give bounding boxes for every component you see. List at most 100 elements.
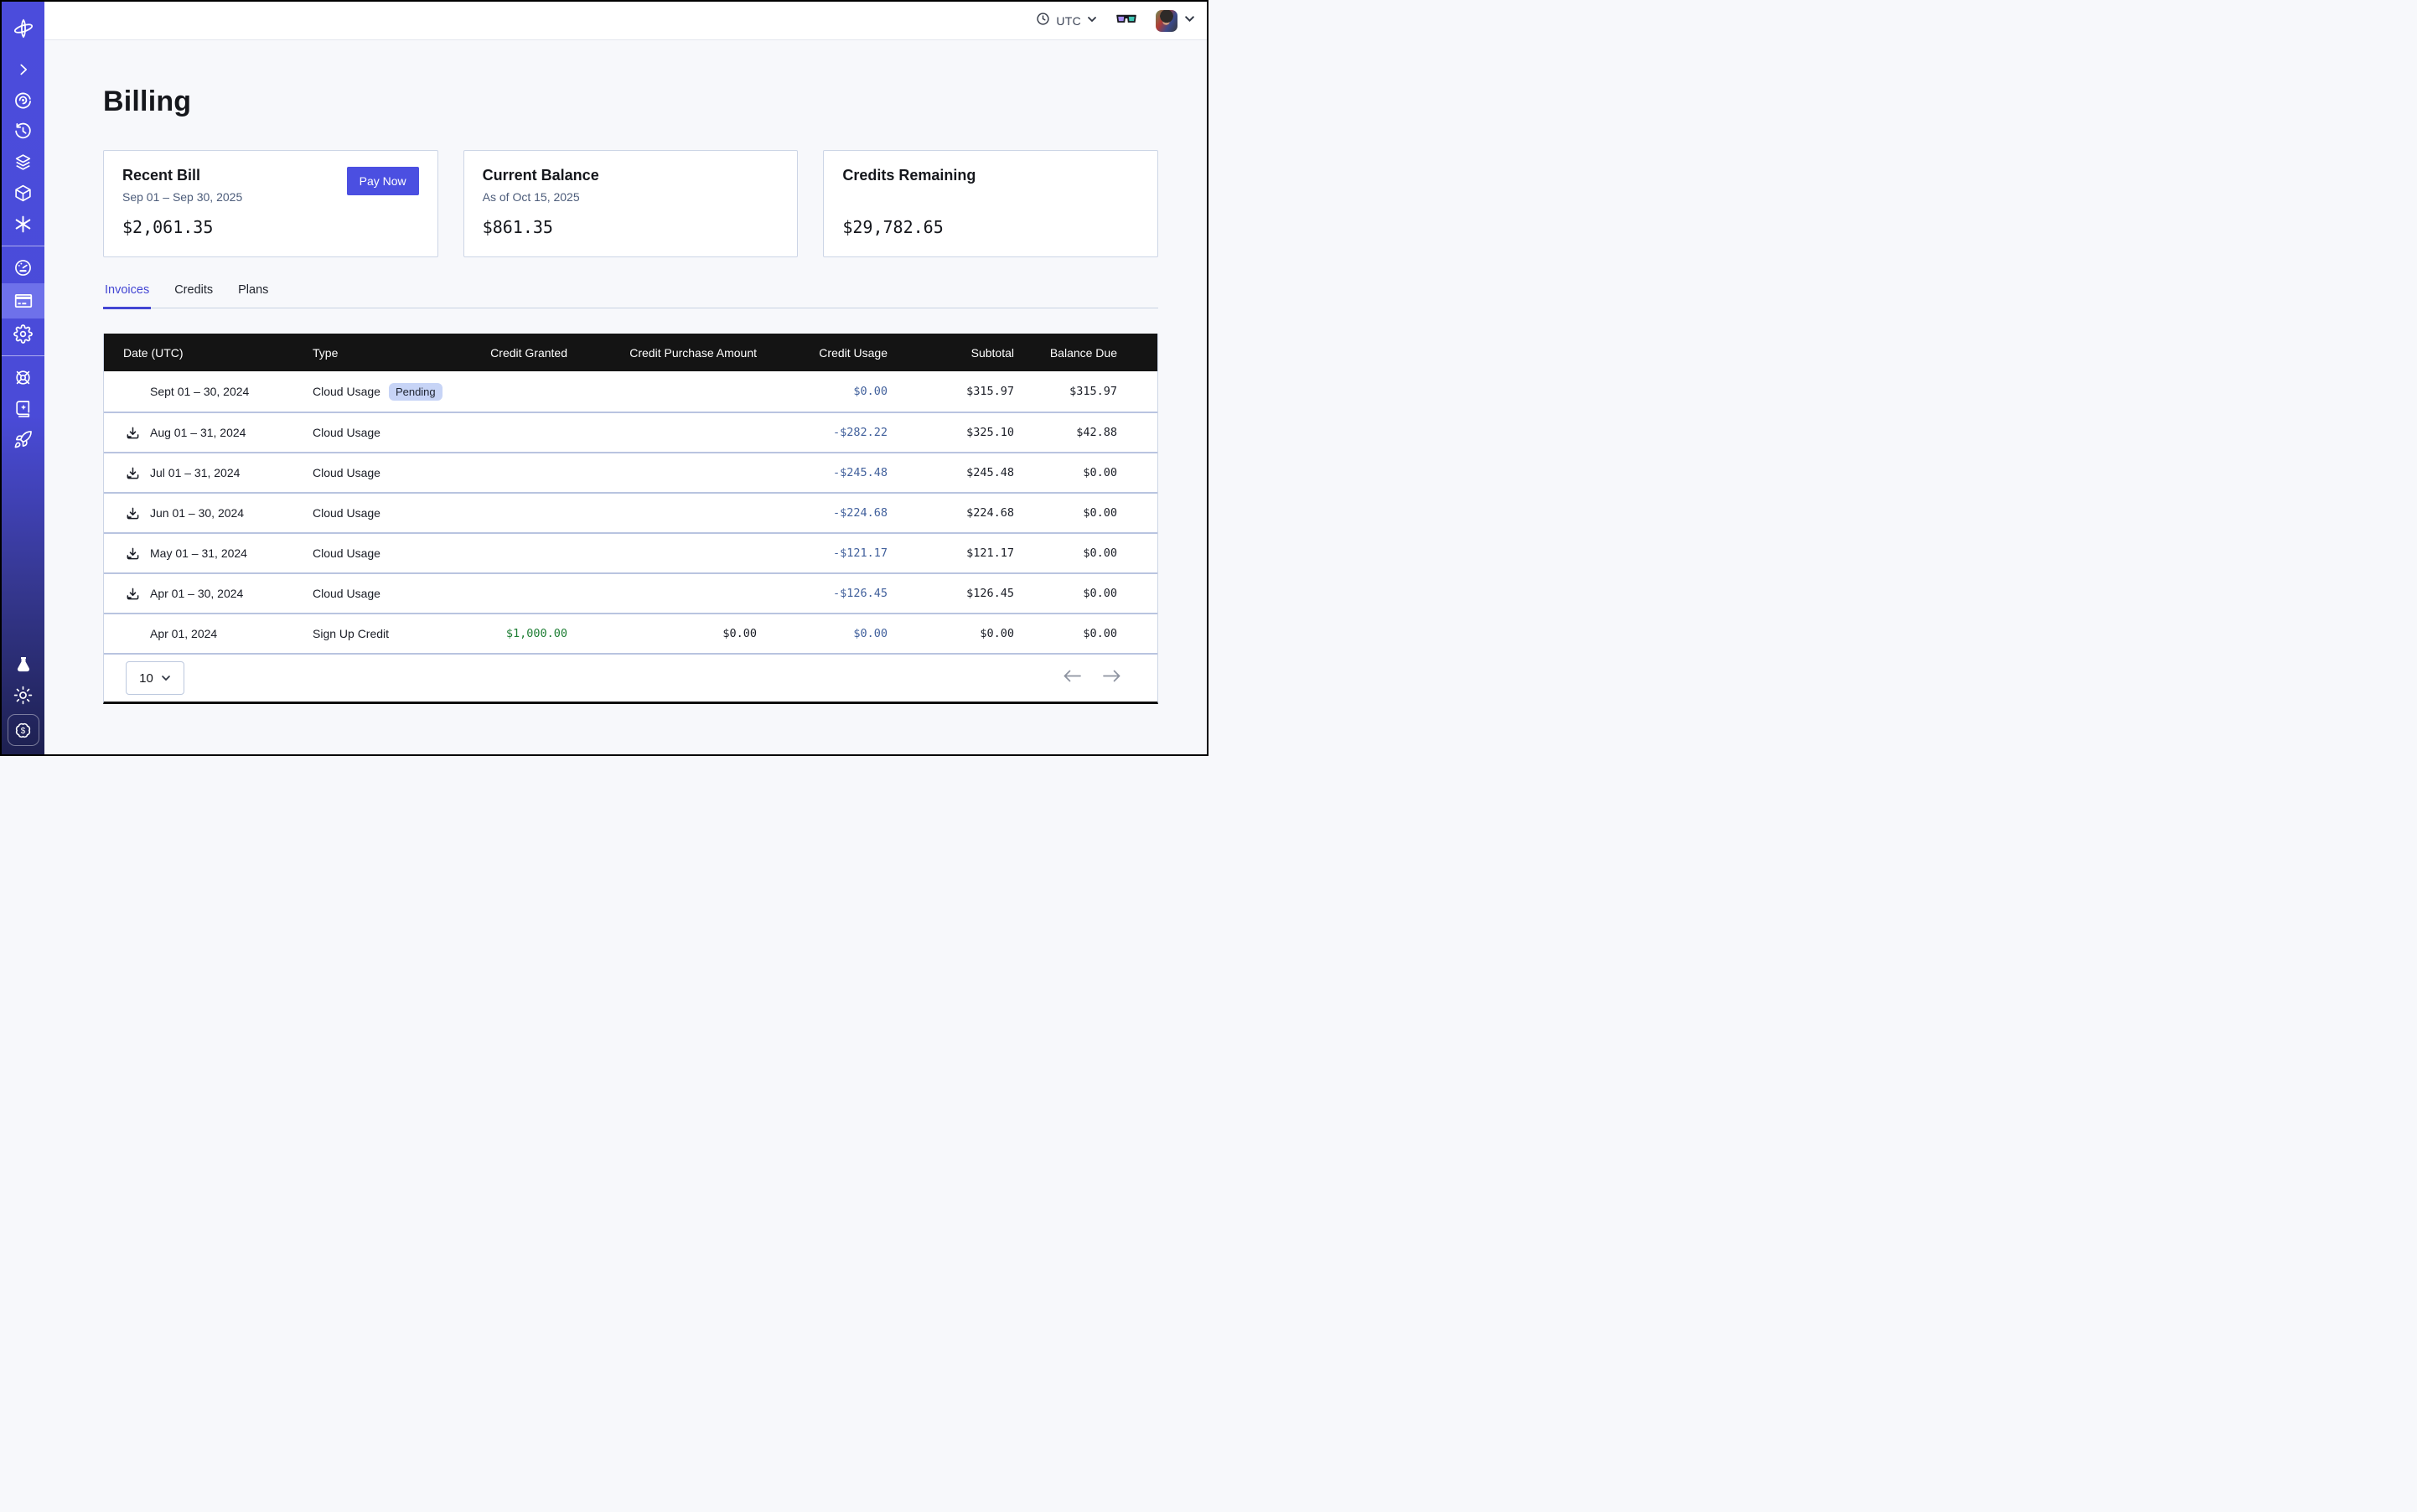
docs-book-icon[interactable] bbox=[2, 393, 44, 424]
cell-type: Cloud Usage Pending bbox=[313, 383, 475, 401]
clock-icon bbox=[1036, 12, 1050, 30]
status-badge: Pending bbox=[389, 383, 443, 401]
sidebar-item-billing[interactable] bbox=[2, 283, 44, 318]
invoice-date: Jun 01 – 30, 2024 bbox=[150, 506, 244, 520]
cell-date: May 01 – 31, 2024 bbox=[104, 546, 313, 561]
pay-now-button[interactable]: Pay Now bbox=[347, 167, 419, 195]
sidebar-divider bbox=[2, 355, 44, 356]
helm-wheel-icon[interactable] bbox=[2, 362, 44, 393]
layers-icon[interactable] bbox=[2, 147, 44, 178]
cell-subtotal: $126.45 bbox=[888, 587, 1014, 600]
invoice-type: Cloud Usage bbox=[313, 466, 380, 479]
cell-credit-usage: -$126.45 bbox=[757, 587, 888, 600]
tab-credits[interactable]: Credits bbox=[173, 281, 215, 309]
flask-icon[interactable] bbox=[2, 649, 44, 680]
observe-icon[interactable] bbox=[2, 85, 44, 116]
asterisk-icon[interactable] bbox=[2, 209, 44, 240]
download-invoice-icon[interactable] bbox=[126, 546, 140, 561]
column-header: Date (UTC) bbox=[104, 346, 313, 360]
card-subtitle bbox=[842, 190, 1139, 205]
user-menu[interactable] bbox=[1156, 10, 1195, 32]
invoices-table: Date (UTC) Type Credit Granted Credit Pu… bbox=[103, 334, 1158, 704]
cell-type: Cloud Usage bbox=[313, 587, 475, 600]
summary-cards: Recent Bill Sep 01 – Sep 30, 2025 $2,061… bbox=[103, 150, 1158, 257]
credits-badge-button[interactable]: $ bbox=[8, 714, 39, 746]
card-title: Credits Remaining bbox=[842, 167, 1139, 184]
timezone-selector[interactable]: UTC bbox=[1036, 12, 1097, 30]
prev-page-button[interactable] bbox=[1064, 670, 1081, 686]
current-balance-amount: $861.35 bbox=[483, 217, 779, 237]
cell-credit-usage: -$224.68 bbox=[757, 506, 888, 520]
page-size-select[interactable]: 10 bbox=[126, 661, 184, 695]
cell-balance-due: $0.00 bbox=[1014, 587, 1157, 600]
download-invoice-icon[interactable] bbox=[126, 466, 140, 480]
chevron-down-icon bbox=[161, 673, 171, 683]
cell-date: Jun 01 – 30, 2024 bbox=[104, 506, 313, 520]
tab-invoices[interactable]: Invoices bbox=[103, 281, 151, 309]
invoice-type: Cloud Usage bbox=[313, 506, 380, 520]
invoice-date: Apr 01 – 30, 2024 bbox=[150, 587, 243, 600]
download-invoice-icon[interactable] bbox=[126, 426, 140, 440]
cell-date: Sept 01 – 30, 2024 bbox=[104, 385, 313, 399]
cell-balance-due: $0.00 bbox=[1014, 546, 1157, 560]
cell-subtotal: $224.68 bbox=[888, 506, 1014, 520]
table-row: Jun 01 – 30, 2024 Cloud Usage -$224.68 $… bbox=[104, 492, 1157, 532]
cube-icon[interactable] bbox=[2, 178, 44, 209]
cell-credit-usage: $0.00 bbox=[757, 627, 888, 640]
cell-date: Apr 01 – 30, 2024 bbox=[104, 587, 313, 601]
topbar: UTC bbox=[44, 2, 1207, 40]
cell-balance-due: $315.97 bbox=[1014, 385, 1157, 398]
history-icon[interactable] bbox=[2, 116, 44, 147]
user-avatar[interactable] bbox=[1156, 10, 1177, 32]
invoice-date: Jul 01 – 31, 2024 bbox=[150, 466, 240, 479]
glasses-icon[interactable] bbox=[1115, 12, 1137, 30]
invoice-type: Sign Up Credit bbox=[313, 627, 389, 640]
cell-type: Sign Up Credit bbox=[313, 627, 475, 640]
billing-tabs: Invoices Credits Plans bbox=[103, 281, 1158, 308]
timezone-label: UTC bbox=[1056, 14, 1081, 28]
cell-credit-usage: -$282.22 bbox=[757, 426, 888, 439]
card-title: Current Balance bbox=[483, 167, 779, 184]
orbit-logo-icon[interactable] bbox=[2, 10, 44, 47]
column-header: Credit Granted bbox=[475, 346, 567, 360]
credits-remaining-amount: $29,782.65 bbox=[842, 217, 1139, 237]
table-row: Apr 01, 2024 Sign Up Credit $1,000.00 $0… bbox=[104, 613, 1157, 653]
cell-type: Cloud Usage bbox=[313, 466, 475, 479]
app-window: $ UTC bbox=[0, 0, 1208, 756]
recent-bill-card: Recent Bill Sep 01 – Sep 30, 2025 $2,061… bbox=[103, 150, 438, 257]
expand-chevron-icon[interactable] bbox=[2, 54, 44, 85]
cell-credit-usage: -$121.17 bbox=[757, 546, 888, 560]
cell-balance-due: $0.00 bbox=[1014, 506, 1157, 520]
cell-subtotal: $315.97 bbox=[888, 385, 1014, 398]
invoice-date: Sept 01 – 30, 2024 bbox=[150, 385, 249, 398]
download-invoice-icon[interactable] bbox=[126, 587, 140, 601]
cell-balance-due: $0.00 bbox=[1014, 627, 1157, 640]
cell-credit-purchase: $0.00 bbox=[567, 627, 757, 640]
tab-plans[interactable]: Plans bbox=[236, 281, 270, 309]
current-balance-card: Current Balance As of Oct 15, 2025 $861.… bbox=[463, 150, 799, 257]
invoice-type: Cloud Usage bbox=[313, 587, 380, 600]
table-row: Aug 01 – 31, 2024 Cloud Usage -$282.22 $… bbox=[104, 412, 1157, 452]
invoice-type: Cloud Usage bbox=[313, 385, 380, 398]
cell-type: Cloud Usage bbox=[313, 546, 475, 560]
table-row: Apr 01 – 30, 2024 Cloud Usage -$126.45 $… bbox=[104, 572, 1157, 613]
column-header: Credit Purchase Amount bbox=[567, 346, 757, 360]
table-row: May 01 – 31, 2024 Cloud Usage -$121.17 $… bbox=[104, 532, 1157, 572]
cell-subtotal: $245.48 bbox=[888, 466, 1014, 479]
invoice-date: Apr 01, 2024 bbox=[150, 627, 217, 640]
card-subtitle: As of Oct 15, 2025 bbox=[483, 190, 779, 205]
next-page-button[interactable] bbox=[1103, 670, 1121, 686]
cell-balance-due: $0.00 bbox=[1014, 466, 1157, 479]
invoice-date: May 01 – 31, 2024 bbox=[150, 546, 247, 560]
page-title: Billing bbox=[103, 85, 1158, 118]
theme-sun-icon[interactable] bbox=[2, 680, 44, 711]
svg-text:$: $ bbox=[21, 727, 26, 736]
rocket-icon[interactable] bbox=[2, 424, 44, 455]
cell-credit-granted: $1,000.00 bbox=[475, 627, 567, 640]
download-invoice-icon[interactable] bbox=[126, 506, 140, 520]
recent-bill-amount: $2,061.35 bbox=[122, 217, 419, 237]
settings-gear-icon[interactable] bbox=[2, 318, 44, 350]
table-row: Jul 01 – 31, 2024 Cloud Usage -$245.48 $… bbox=[104, 452, 1157, 492]
chevron-down-icon bbox=[1087, 13, 1097, 28]
usage-gauge-icon[interactable] bbox=[2, 252, 44, 283]
